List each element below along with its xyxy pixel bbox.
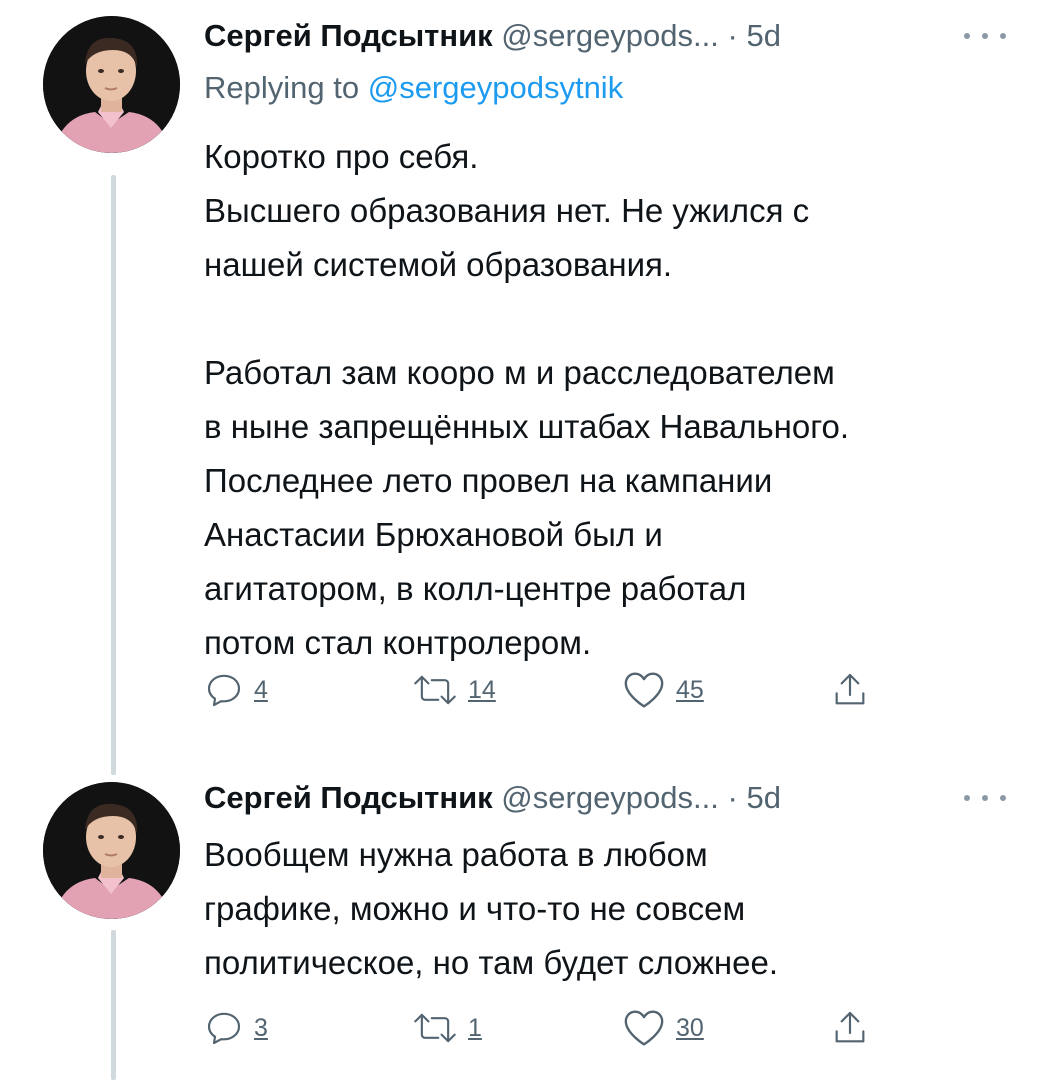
tweet-paragraph: Коротко про себя. Высшего образования не… xyxy=(204,138,810,283)
retweet-icon xyxy=(414,675,456,705)
reply-icon xyxy=(207,1012,241,1045)
like-button[interactable]: 45 xyxy=(622,668,704,712)
like-count[interactable]: 30 xyxy=(676,1006,704,1050)
share-button[interactable] xyxy=(830,668,870,712)
author-name[interactable]: Сергей Подсытник xyxy=(204,18,493,53)
avatar[interactable] xyxy=(43,16,180,153)
retweet-button[interactable]: 14 xyxy=(412,668,496,712)
reply-count[interactable]: 4 xyxy=(254,668,268,712)
share-icon xyxy=(835,673,865,705)
tweet[interactable]: Сергей Подсытник @sergeypods... · 5d Rep… xyxy=(0,0,1051,760)
avatar[interactable] xyxy=(43,782,180,919)
separator-dot: · xyxy=(727,18,738,53)
tweet-header: Сергей Подсытник @sergeypods... · 5d xyxy=(204,776,781,820)
replying-to-mention[interactable]: @sergeypodsytnik xyxy=(368,70,623,105)
tweet-paragraph: Вообщем нужна работа в любом графике, мо… xyxy=(204,836,778,981)
tweet-header: Сергей Подсытник @sergeypods... · 5d xyxy=(204,14,781,58)
reply-button[interactable]: 3 xyxy=(204,1006,268,1050)
more-icon[interactable] xyxy=(960,14,1010,58)
timestamp[interactable]: 5d xyxy=(746,780,780,815)
heart-icon xyxy=(624,672,664,708)
reply-count[interactable]: 3 xyxy=(254,1006,268,1050)
more-icon[interactable] xyxy=(960,776,1010,820)
share-button[interactable] xyxy=(830,1006,870,1050)
author-name[interactable]: Сергей Подсытник xyxy=(204,780,493,815)
author-handle[interactable]: @sergeypods... xyxy=(501,780,719,815)
tweet-text: Вообщем нужна работа в любом графике, мо… xyxy=(204,828,1024,990)
retweet-button[interactable]: 1 xyxy=(412,1006,482,1050)
separator-dot: · xyxy=(727,780,738,815)
reply-button[interactable]: 4 xyxy=(204,668,268,712)
author-handle[interactable]: @sergeypods... xyxy=(501,18,719,53)
share-icon xyxy=(835,1011,865,1043)
like-count[interactable]: 45 xyxy=(676,668,704,712)
reply-icon xyxy=(207,674,241,707)
like-button[interactable]: 30 xyxy=(622,1006,704,1050)
replying-to: Replying to @sergeypodsytnik xyxy=(204,66,623,110)
tweet[interactable]: Сергей Подсытник @sergeypods... · 5d Воо… xyxy=(0,770,1051,1080)
heart-icon xyxy=(624,1010,664,1046)
timestamp[interactable]: 5d xyxy=(746,18,780,53)
tweet-text: Коротко про себя. Высшего образования не… xyxy=(204,130,1024,670)
retweet-icon xyxy=(414,1013,456,1043)
retweet-count[interactable]: 14 xyxy=(468,668,496,712)
tweet-paragraph: Работал зам кооро м и расследователем в … xyxy=(204,354,850,661)
retweet-count[interactable]: 1 xyxy=(468,1006,482,1050)
replying-to-label: Replying to xyxy=(204,70,360,105)
